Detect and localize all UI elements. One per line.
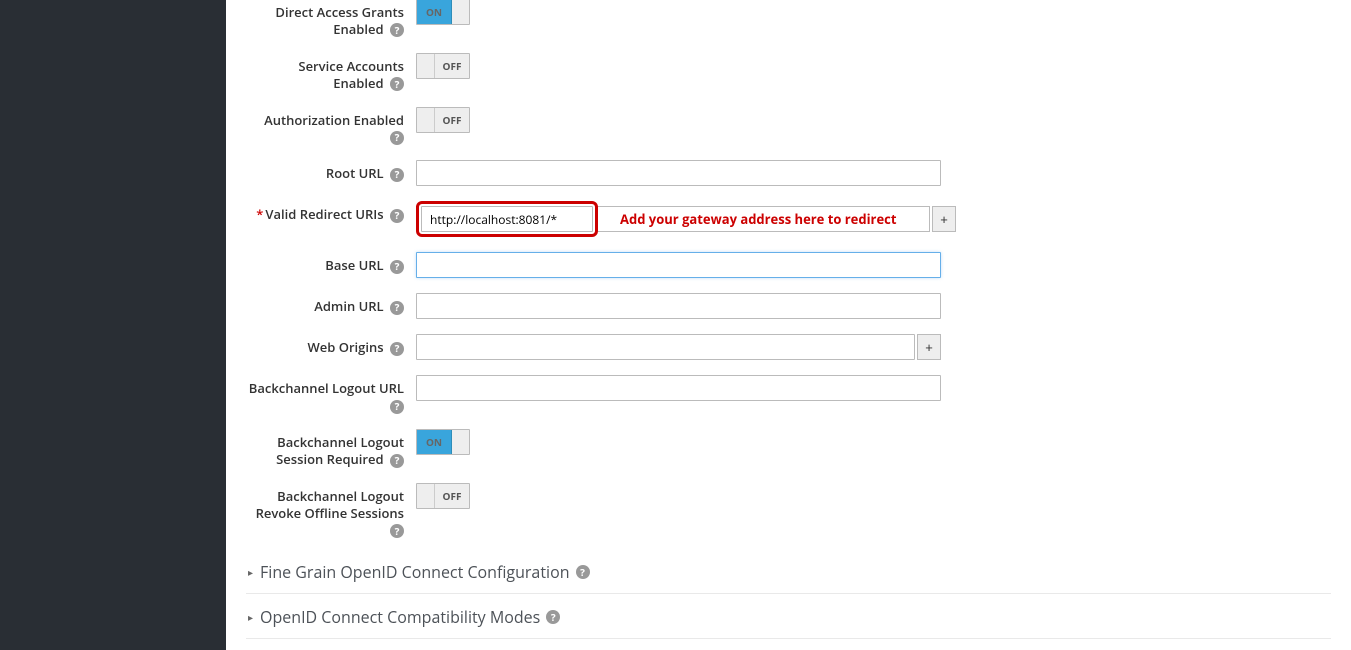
toggle-on-label: ON xyxy=(417,0,451,24)
label-text: Authorization Enabled xyxy=(264,111,404,129)
label-root-url: Root URL ? xyxy=(246,160,416,182)
label-text: Web Origins xyxy=(307,338,383,356)
annotation-text: Add your gateway address here to redirec… xyxy=(620,210,896,228)
section-compat-modes[interactable]: ▸ OpenID Connect Compatibility Modes ? xyxy=(246,594,1331,639)
section-advanced-settings[interactable]: ▸ Advanced Settings ? xyxy=(246,639,1331,650)
toggle-handle xyxy=(417,484,435,508)
section-title: Fine Grain OpenID Connect Configuration xyxy=(260,561,569,583)
main-content: Direct Access Grants Enabled ? ON Servic… xyxy=(226,0,1351,650)
label-text: Direct Access Grants Enabled xyxy=(275,3,404,38)
section-title: OpenID Connect Compatibility Modes xyxy=(260,606,540,628)
toggle-handle xyxy=(417,54,435,78)
label-text: Base URL xyxy=(325,256,383,274)
toggle-off-label: OFF xyxy=(435,54,469,78)
help-icon[interactable]: ? xyxy=(390,168,404,182)
label-backchannel-logout-session: Backchannel Logout Session Required ? xyxy=(246,429,416,468)
help-icon[interactable]: ? xyxy=(390,342,404,356)
toggle-service-accounts[interactable]: OFF xyxy=(416,53,470,79)
label-service-accounts: Service Accounts Enabled ? xyxy=(246,53,416,92)
add-web-origin-button[interactable]: + xyxy=(917,334,941,360)
field-valid-redirect-uris: *Valid Redirect URIs ? Add your gateway … xyxy=(246,196,1331,237)
sidebar xyxy=(0,0,226,650)
section-fine-grain[interactable]: ▸ Fine Grain OpenID Connect Configuratio… xyxy=(246,549,1331,594)
field-backchannel-logout-session: Backchannel Logout Session Required ? ON xyxy=(246,424,1331,468)
field-backchannel-logout-url: Backchannel Logout URL ? xyxy=(246,370,1331,414)
toggle-direct-access-grants[interactable]: ON xyxy=(416,0,470,25)
label-text: Root URL xyxy=(326,164,384,182)
toggle-handle xyxy=(417,108,435,132)
help-icon[interactable]: ? xyxy=(390,454,404,468)
chevron-right-icon: ▸ xyxy=(248,610,253,624)
help-icon[interactable]: ? xyxy=(390,209,404,223)
field-backchannel-logout-revoke: Backchannel Logout Revoke Offline Sessio… xyxy=(246,478,1331,539)
input-web-origins[interactable] xyxy=(416,334,915,360)
label-valid-redirect-uris: *Valid Redirect URIs ? xyxy=(246,201,416,223)
label-text: Valid Redirect URIs xyxy=(265,205,383,223)
help-icon[interactable]: ? xyxy=(390,301,404,315)
label-text: Admin URL xyxy=(314,297,383,315)
field-root-url: Root URL ? xyxy=(246,155,1331,186)
toggle-handle xyxy=(451,0,469,24)
field-direct-access-grants: Direct Access Grants Enabled ? ON xyxy=(246,0,1331,38)
field-base-url: Base URL ? xyxy=(246,247,1331,278)
label-web-origins: Web Origins ? xyxy=(246,334,416,356)
help-icon[interactable]: ? xyxy=(390,77,404,91)
label-direct-access-grants: Direct Access Grants Enabled ? xyxy=(246,0,416,38)
field-service-accounts: Service Accounts Enabled ? OFF xyxy=(246,48,1331,92)
toggle-off-label: OFF xyxy=(435,108,469,132)
help-icon[interactable]: ? xyxy=(546,610,560,624)
label-authorization: Authorization Enabled ? xyxy=(246,107,416,146)
input-root-url[interactable] xyxy=(416,160,941,186)
toggle-backchannel-session[interactable]: ON xyxy=(416,429,470,455)
toggle-off-label: OFF xyxy=(435,484,469,508)
label-text: Backchannel Logout URL xyxy=(249,379,404,397)
label-text: Service Accounts Enabled xyxy=(298,57,404,92)
input-base-url[interactable] xyxy=(416,252,941,278)
help-icon[interactable]: ? xyxy=(390,524,404,538)
field-admin-url: Admin URL ? xyxy=(246,288,1331,319)
label-admin-url: Admin URL ? xyxy=(246,293,416,315)
required-marker: * xyxy=(256,205,263,223)
help-icon[interactable]: ? xyxy=(390,260,404,274)
field-authorization: Authorization Enabled ? OFF xyxy=(246,102,1331,146)
input-admin-url[interactable] xyxy=(416,293,941,319)
help-icon[interactable]: ? xyxy=(390,23,404,37)
toggle-backchannel-revoke[interactable]: OFF xyxy=(416,483,470,509)
annotation-highlight-box xyxy=(416,201,598,237)
input-backchannel-logout-url[interactable] xyxy=(416,375,941,401)
input-extension[interactable]: Add your gateway address here to redirec… xyxy=(598,206,930,232)
field-web-origins: Web Origins ? + xyxy=(246,329,1331,360)
toggle-on-label: ON xyxy=(417,430,451,454)
help-icon[interactable]: ? xyxy=(390,131,404,145)
toggle-handle xyxy=(451,430,469,454)
label-text: Backchannel Logout Session Required xyxy=(276,433,404,468)
add-redirect-uri-button[interactable]: + xyxy=(932,206,956,232)
help-icon[interactable]: ? xyxy=(390,400,404,414)
label-base-url: Base URL ? xyxy=(246,252,416,274)
input-valid-redirect-uri[interactable] xyxy=(421,206,593,232)
label-backchannel-logout-url: Backchannel Logout URL ? xyxy=(246,375,416,414)
help-icon[interactable]: ? xyxy=(576,565,590,579)
label-backchannel-logout-revoke: Backchannel Logout Revoke Offline Sessio… xyxy=(246,483,416,539)
toggle-authorization[interactable]: OFF xyxy=(416,107,470,133)
chevron-right-icon: ▸ xyxy=(248,565,253,579)
label-text: Backchannel Logout Revoke Offline Sessio… xyxy=(256,487,404,522)
